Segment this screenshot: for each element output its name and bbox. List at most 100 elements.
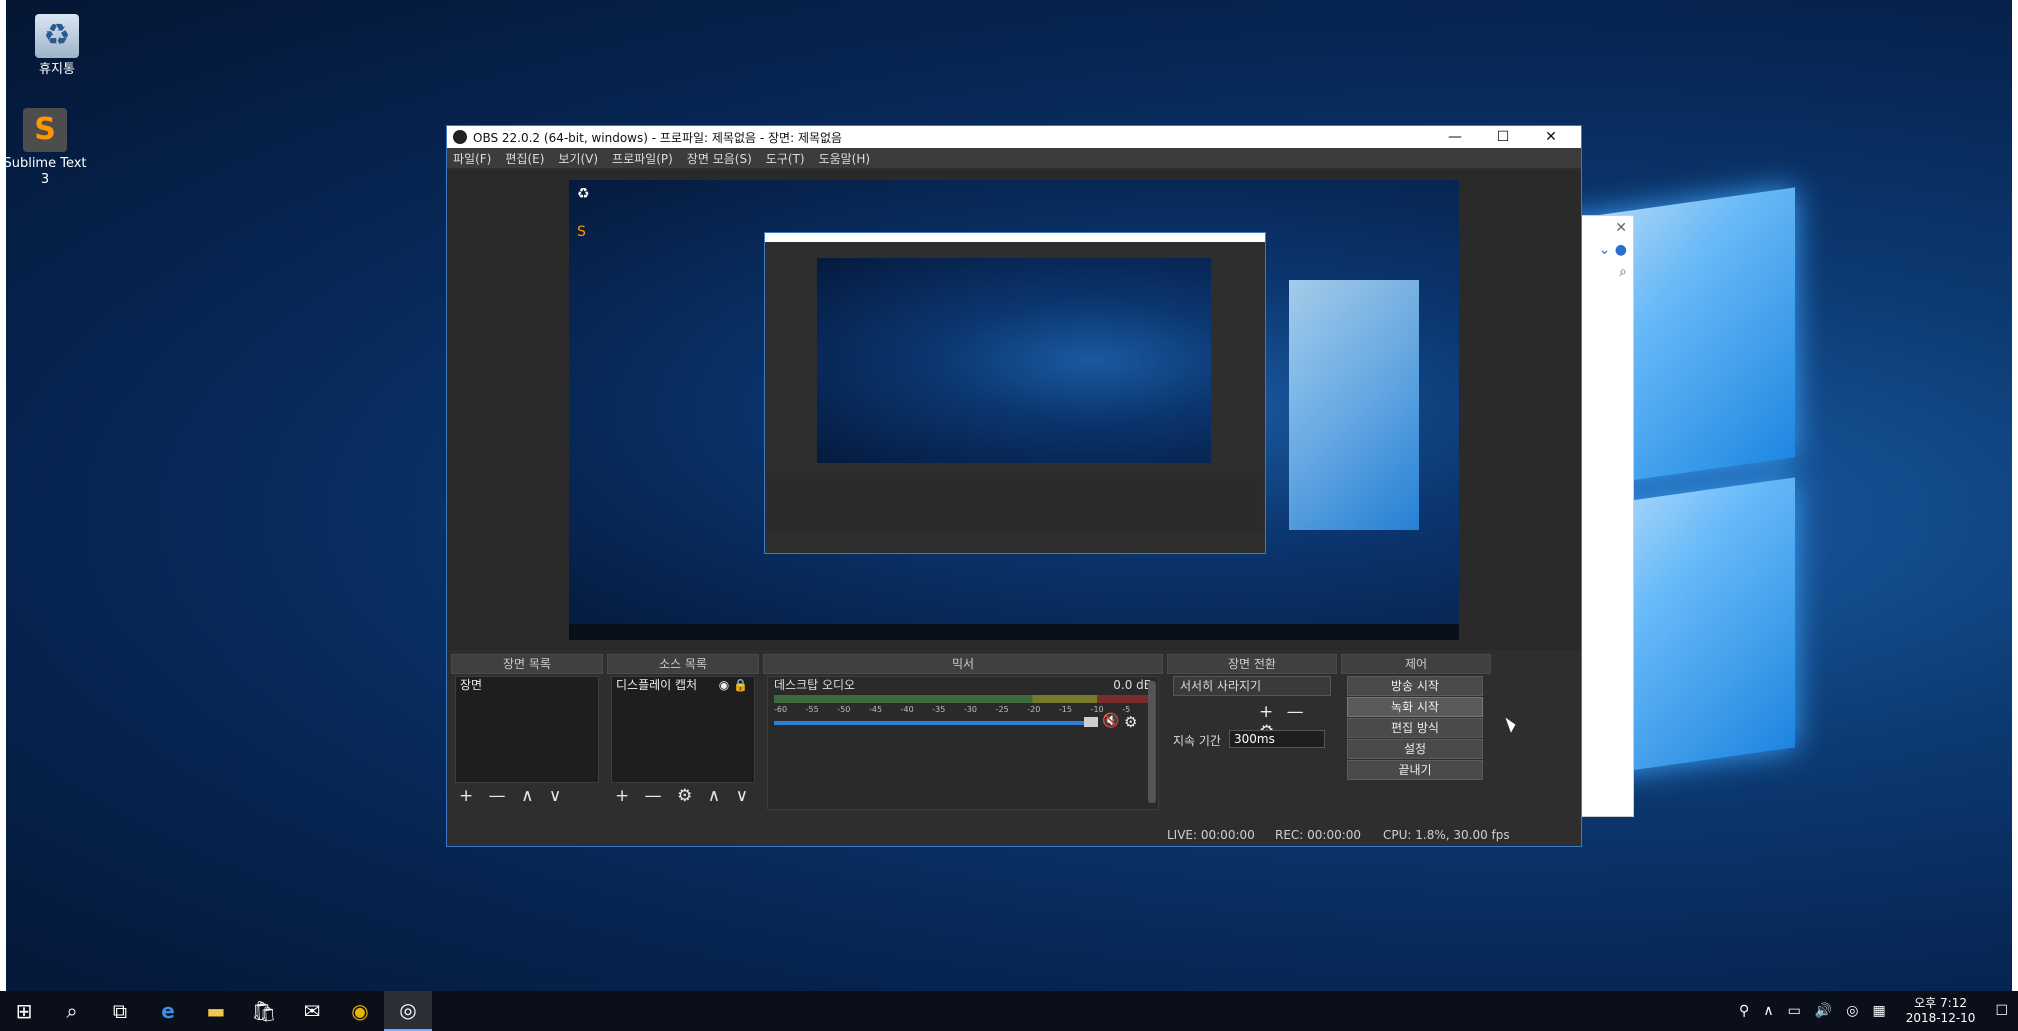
clock[interactable]: 오후 7:12 2018-12-10 [1906,996,1976,1026]
transition-select[interactable]: 서서히 사라지기 [1173,676,1331,696]
chrome-icon[interactable]: ◉ [336,991,384,1031]
status-bar: LIVE: 00:00:00 REC: 00:00:00 CPU: 1.8%, … [447,824,1581,846]
close-button[interactable]: ✕ [1527,129,1575,145]
start-recording-button[interactable]: 녹화 시작 [1347,697,1483,717]
move-down-button[interactable]: ∨ [549,786,561,806]
rec-status: REC: 00:00:00 [1275,828,1362,842]
start-icon[interactable]: ⊞ [0,991,48,1031]
sources-list[interactable]: 디스플레이 캡처 ◉ 🔒 [611,676,755,783]
desktop-icon-sublime[interactable]: S Sublime Text 3 [0,108,90,188]
task-view-icon[interactable]: ⧉ [96,991,144,1031]
chevron-up-icon[interactable]: ∧ [1763,1003,1773,1019]
scenes-list[interactable]: 장면 [455,676,599,783]
title-bar[interactable]: OBS 22.0.2 (64-bit, windows) - 프로파일: 제목없… [447,126,1581,148]
menu-tools[interactable]: 도구(T) [766,150,805,167]
preview-taskbar [569,624,1459,640]
menu-profile[interactable]: 프로파일(P) [612,150,673,167]
exit-button[interactable]: 끝내기 [1347,760,1483,780]
add-transition-button[interactable]: + [1259,702,1273,722]
live-status: LIVE: 00:00:00 [1167,828,1255,842]
menu-file[interactable]: 파일(F) [453,150,491,167]
scenes-dock-header: 장면 목록 [451,654,603,674]
move-up-button[interactable]: ∧ [708,786,720,806]
edge-icon[interactable]: e [144,991,192,1031]
volume-slider-handle[interactable] [1084,717,1098,727]
source-properties-gear-icon[interactable]: ⚙ [677,786,692,806]
minimize-button[interactable]: — [1431,129,1479,145]
list-item[interactable]: 장면 [456,677,598,693]
tick-label: -20 [1027,705,1041,714]
notification-icon[interactable]: ☐ [1995,1003,2008,1019]
volume-icon[interactable]: 🔊 [1815,1003,1832,1019]
list-item[interactable]: 디스플레이 캡처 ◉ 🔒 [612,677,754,693]
mixer-scrollbar[interactable] [1148,681,1156,803]
maximize-button[interactable]: ☐ [1479,129,1527,145]
channel-name: 데스크탑 오디오 [774,678,856,692]
add-scene-button[interactable]: + [459,786,473,806]
search-icon[interactable]: ⌕ [48,991,96,1031]
menu-view[interactable]: 보기(V) [558,150,598,167]
scenes-toolbar: + — ∧ ∨ [459,786,571,806]
sublime-text-icon: S [23,108,67,152]
people-icon[interactable]: ⚲ [1739,1003,1749,1019]
nested-docks [767,473,1263,533]
remove-transition-button[interactable]: — [1287,702,1304,722]
obs-tray-icon[interactable]: ◎ [1846,1003,1858,1019]
menu-bar: 파일(F) 편집(E) 보기(V) 프로파일(P) 장면 모음(S) 도구(T)… [447,148,1581,168]
transitions-dock-header: 장면 전환 [1167,654,1337,674]
move-down-button[interactable]: ∨ [736,786,748,806]
controls-dock: 제어 방송 시작 녹화 시작 편집 방식 설정 끝내기 [1341,654,1491,814]
tick-label: -25 [995,705,1009,714]
volume-slider[interactable] [774,721,1084,725]
preview-canvas[interactable]: ♻ S [569,180,1459,640]
eye-icon[interactable]: ◉ [719,678,729,692]
preview-area[interactable]: ♻ S [447,170,1581,650]
transitions-dock: 장면 전환 서서히 사라지기 + — ⚙ 지속 기간 300ms [1167,654,1337,814]
remove-scene-button[interactable]: — [489,786,506,806]
mixer-body: 데스크탑 오디오 0.0 dB -60 -55 -50 -45 -40 -35 … [767,676,1159,810]
help-icon[interactable]: ⌄ ● [1581,240,1633,260]
desktop-icon-recycle-bin[interactable]: ♻ 휴지통 [12,14,102,78]
desktop: ♻ 휴지통 S Sublime Text 3 ✕ ⌄ ● ⌕ OBS 22.0.… [0,0,2018,1031]
close-icon[interactable]: ✕ [1581,216,1633,240]
remove-source-button[interactable]: — [645,786,662,806]
desktop-icon-label: Sublime Text 3 [3,156,87,187]
mute-speaker-icon[interactable]: 🔇 [1102,713,1119,729]
desktop-icon-label: 휴지통 [39,62,75,77]
docks-area: 장면 목록 장면 + — ∧ ∨ 소스 목록 디스플레이 캡처 ◉ 🔒 + — … [447,654,1581,814]
search-icon[interactable]: ⌕ [1581,260,1633,284]
duration-input[interactable]: 300ms [1229,730,1325,748]
screen-edge-right [2012,0,2018,1031]
scene-name: 장면 [460,678,483,692]
mixer-dock: 믹서 데스크탑 오디오 0.0 dB -60 -55 -50 -45 -40 -… [763,654,1163,814]
menu-help[interactable]: 도움말(H) [819,150,871,167]
gear-icon[interactable]: ⚙ [1124,713,1137,731]
network-icon[interactable]: ▭ [1788,1003,1801,1019]
obs-logo-icon [453,130,467,144]
tick-label: -15 [1058,705,1072,714]
input-method-icon[interactable]: ▦ [1872,1003,1885,1019]
studio-mode-button[interactable]: 편집 방식 [1347,718,1483,738]
menu-scene-collection[interactable]: 장면 모음(S) [687,150,752,167]
add-source-button[interactable]: + [615,786,629,806]
nested-title-bar [765,233,1265,242]
tick-label: -35 [932,705,946,714]
start-streaming-button[interactable]: 방송 시작 [1347,676,1483,696]
file-explorer-icon[interactable]: ▬ [192,991,240,1031]
recycle-bin-icon: ♻ [35,14,79,58]
background-window[interactable]: ✕ ⌄ ● ⌕ [1580,215,1634,817]
lock-icon[interactable]: 🔒 [733,678,748,692]
taskbar: ⊞ ⌕ ⧉ e ▬ 🛍 ✉ ◉ ◎ ⚲ ∧ ▭ 🔊 ◎ ▦ 오후 7:12 20… [0,991,2018,1031]
obs-window[interactable]: OBS 22.0.2 (64-bit, windows) - 프로파일: 제목없… [446,125,1582,847]
tick-label: -30 [963,705,978,714]
settings-button[interactable]: 설정 [1347,739,1483,759]
menu-edit[interactable]: 편집(E) [505,150,544,167]
store-icon[interactable]: 🛍 [240,991,288,1031]
source-name: 디스플레이 캡처 [616,678,698,692]
obs-icon[interactable]: ◎ [384,991,432,1031]
tick-label: -60 [774,705,788,714]
scenes-dock: 장면 목록 장면 + — ∧ ∨ [451,654,603,814]
move-up-button[interactable]: ∧ [521,786,533,806]
volume-meter [774,695,1154,703]
mail-icon[interactable]: ✉ [288,991,336,1031]
